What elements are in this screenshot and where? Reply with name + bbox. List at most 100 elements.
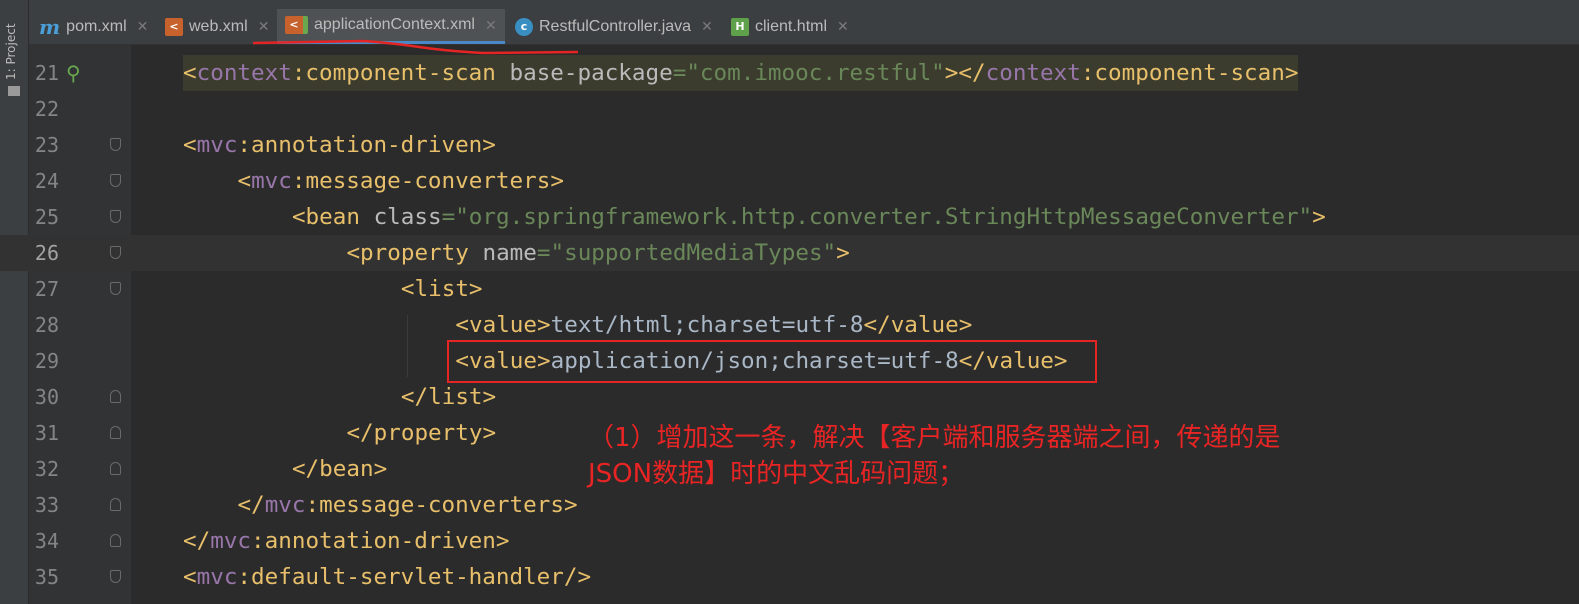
code-token: </ (958, 60, 986, 86)
code-text: <bean class="org.springframework.http.co… (292, 199, 1326, 235)
code-token: < (183, 564, 197, 590)
line-number: 35 (34, 565, 59, 589)
code-token: name (482, 240, 537, 266)
code-token: ="supportedMediaTypes" (536, 240, 837, 266)
code-token: </ (183, 528, 211, 554)
highlight-box-annotation (447, 340, 1097, 383)
code-token: < (237, 168, 252, 194)
code-token: :component-scan> (1080, 60, 1299, 86)
tab-label: client.html (755, 17, 828, 35)
code-token: > (944, 60, 959, 86)
close-icon[interactable]: ✕ (837, 18, 849, 35)
xml-web-icon: < (165, 17, 183, 36)
tab-pom-xml[interactable]: m pom.xml ✕ (31, 9, 156, 44)
code-token: <value> (455, 312, 551, 338)
code-token: :annotation-driven> (237, 132, 496, 158)
java-class-icon: c (515, 17, 533, 36)
tab-client-html[interactable]: Hclient.html ✕ (723, 9, 857, 44)
code-token: <bean (291, 204, 374, 230)
code-token: > (1312, 204, 1326, 230)
line-number: 23 (34, 133, 59, 157)
close-icon[interactable]: ✕ (137, 18, 149, 35)
code-text: <mvc:annotation-driven> (183, 127, 496, 163)
code-token: context (985, 60, 1081, 86)
tab-label: pom.xml (66, 17, 127, 35)
code-text: </list> (401, 379, 496, 415)
code-line[interactable]: 27 <list> (0, 271, 1579, 307)
fold-marker-icon[interactable] (110, 210, 121, 223)
fold-marker-icon[interactable] (110, 462, 121, 475)
line-number: 24 (34, 169, 59, 193)
close-icon[interactable]: ✕ (485, 17, 497, 34)
fold-marker-icon[interactable] (110, 282, 121, 295)
code-line[interactable]: 35 <mvc:default-servlet-handler/> (0, 559, 1579, 595)
code-text: <value>text/html;charset=utf-8</value> (455, 307, 972, 343)
code-token: :message-converters> (291, 168, 564, 194)
code-token: mvc (264, 492, 306, 518)
code-token: :default-servlet-handler/> (237, 564, 592, 590)
code-token: mvc (196, 564, 238, 590)
line-number: 34 (34, 529, 59, 553)
indent-guide (406, 315, 408, 377)
line-number: 31 (34, 421, 59, 445)
code-token: < (183, 132, 197, 158)
spring-bean-gutter-icon[interactable]: ⚲ (66, 55, 81, 91)
code-token: mvc (210, 528, 252, 554)
line-number: 32 (34, 457, 59, 481)
fold-marker-icon[interactable] (110, 174, 121, 187)
line-number: 29 (34, 349, 59, 373)
line-number: 30 (34, 385, 59, 409)
code-line[interactable]: 23 <mvc:annotation-driven> (0, 127, 1579, 163)
line-number: 27 (34, 277, 59, 301)
code-line[interactable]: 25 <bean class="org.springframework.http.… (0, 199, 1579, 235)
code-text: <mvc:message-converters> (237, 163, 563, 199)
fold-marker-icon[interactable] (110, 534, 121, 547)
fold-marker-icon[interactable] (110, 246, 121, 259)
code-line[interactable]: 22 (0, 91, 1579, 127)
code-editor[interactable]: 21 ⚲ <context:component-scan base-package=… (0, 45, 1579, 604)
annotation-note: （1）增加这一条，解决【客户端和服务器端之间，传递的是JSON数据】时的中文乱码… (588, 423, 1281, 489)
fold-marker-icon[interactable] (110, 426, 121, 439)
code-line[interactable]: 24 <mvc:message-converters> (0, 163, 1579, 199)
code-text: <context:component-scan base-package="co… (183, 55, 1299, 91)
line-number: 22 (34, 97, 59, 121)
code-text: </mvc:annotation-driven> (183, 523, 509, 559)
code-text: <list> (401, 271, 483, 307)
code-token: > (836, 240, 850, 266)
fold-marker-icon[interactable] (110, 570, 121, 583)
code-token: mvc (196, 132, 238, 158)
code-line[interactable]: 33 </mvc:message-converters> (0, 487, 1579, 523)
fold-marker-icon[interactable] (110, 390, 121, 403)
code-token: </bean> (291, 456, 388, 482)
code-token: ="com.imooc.restful" (672, 60, 945, 86)
code-token: </value> (863, 312, 973, 338)
line-number: 28 (34, 313, 59, 337)
code-token: <list> (400, 276, 483, 302)
code-text: </mvc:message-converters> (237, 487, 577, 523)
tab-label: RestfulController.java (539, 17, 692, 35)
close-icon[interactable]: ✕ (258, 18, 270, 35)
fold-marker-icon[interactable] (110, 498, 121, 511)
close-icon[interactable]: ✕ (701, 18, 713, 35)
code-line[interactable]: 21 ⚲ <context:component-scan base-package=… (0, 55, 1579, 91)
code-token: text/html;charset=utf-8 (550, 312, 864, 338)
code-text: </property> (346, 415, 496, 451)
spring-xml-icon: < (285, 16, 308, 34)
code-token: </ (237, 492, 265, 518)
code-token: </property> (346, 420, 497, 446)
code-line[interactable]: 34 </mvc:annotation-driven> (0, 523, 1579, 559)
code-token: class (373, 204, 442, 230)
html-icon: H (731, 17, 749, 36)
code-token: ="org.springframework.http.converter.Str… (441, 204, 1313, 230)
code-line[interactable]: 30 </list> (0, 379, 1579, 415)
fold-marker-icon[interactable] (110, 138, 121, 151)
code-token: base-package (509, 60, 673, 86)
code-line[interactable]: 28 <value>text/html;charset=utf-8</value> (0, 307, 1579, 343)
code-token: </list> (400, 384, 497, 410)
tab-label: applicationContext.xml (314, 16, 475, 33)
line-number: 25 (34, 205, 59, 229)
code-token: <property (346, 240, 483, 266)
maven-icon: m (39, 14, 61, 39)
code-line[interactable]: 26 <property name="supportedMediaTypes"> (0, 235, 1579, 271)
code-text: <property name="supportedMediaTypes"> (346, 235, 849, 271)
